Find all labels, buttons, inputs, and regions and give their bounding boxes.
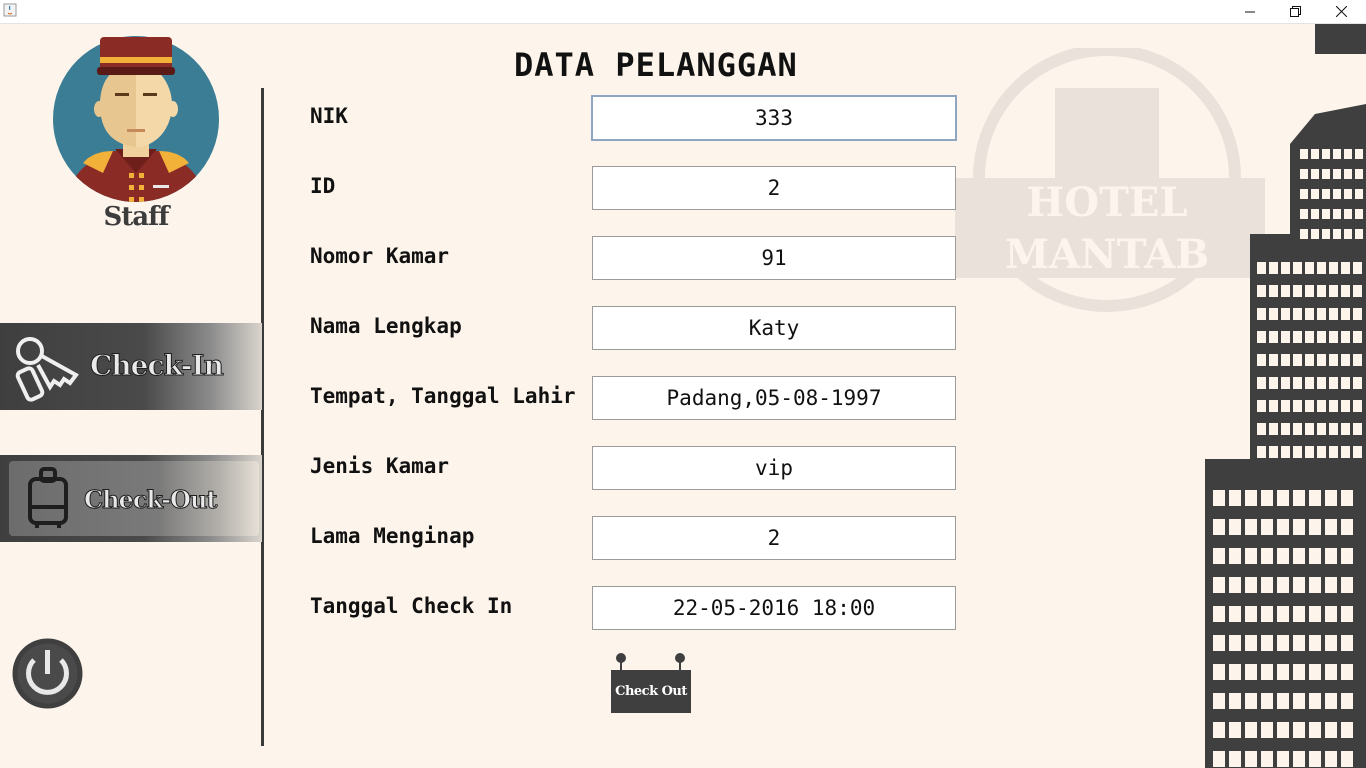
tanggal-check-in-input[interactable] <box>592 586 956 630</box>
minimize-icon <box>1245 11 1255 12</box>
lama-menginap-label: Lama Menginap <box>310 524 475 548</box>
nomor-kamar-label: Nomor Kamar <box>310 244 450 268</box>
close-icon <box>1335 6 1347 17</box>
nav-check-in[interactable]: Check-In <box>0 323 262 410</box>
staff-label: Staff <box>103 202 169 232</box>
sign-hanger-icon <box>616 653 685 672</box>
tempat-tanggal-lahir-label: Tempat, Tanggal Lahir <box>310 384 576 408</box>
title-bar <box>0 0 1366 24</box>
close-button[interactable] <box>1318 0 1364 23</box>
id-label: ID <box>310 174 336 198</box>
nama-lengkap-label: Nama Lengkap <box>310 314 462 338</box>
power-icon[interactable] <box>12 638 83 709</box>
nomor-kamar-input[interactable] <box>592 236 956 280</box>
check-out-button[interactable]: Check Out <box>611 652 691 714</box>
sidebar-divider <box>261 88 264 746</box>
page-title: DATA PELANGGAN <box>514 46 798 84</box>
jenis-kamar-label: Jenis Kamar <box>310 454 450 478</box>
nik-label: NIK <box>310 104 348 128</box>
id-input[interactable] <box>592 166 956 210</box>
luggage-icon <box>28 467 68 528</box>
nav-check-out[interactable]: Check-Out <box>0 455 262 542</box>
building-illustration <box>1205 24 1366 768</box>
minimize-button[interactable] <box>1227 0 1273 23</box>
jenis-kamar-input[interactable] <box>592 446 956 490</box>
tempat-tanggal-lahir-input[interactable] <box>592 376 956 420</box>
tanggal-check-in-label: Tanggal Check In <box>310 594 513 618</box>
watermark-line1: HOTEL <box>1026 179 1187 226</box>
nama-lengkap-input[interactable] <box>592 306 956 350</box>
restore-icon <box>1289 6 1301 17</box>
java-app-icon <box>3 3 17 17</box>
lama-menginap-input[interactable] <box>592 516 956 560</box>
check-out-label: Check Out <box>615 684 687 699</box>
nav-check-in-label: Check-In <box>90 349 225 383</box>
restore-button[interactable] <box>1272 0 1318 23</box>
keys-icon <box>15 337 79 402</box>
staff-avatar <box>53 36 219 202</box>
nav-check-out-label: Check-Out <box>84 485 218 515</box>
nik-input[interactable] <box>591 95 957 141</box>
watermark-line2: MANTAB <box>1005 231 1209 278</box>
